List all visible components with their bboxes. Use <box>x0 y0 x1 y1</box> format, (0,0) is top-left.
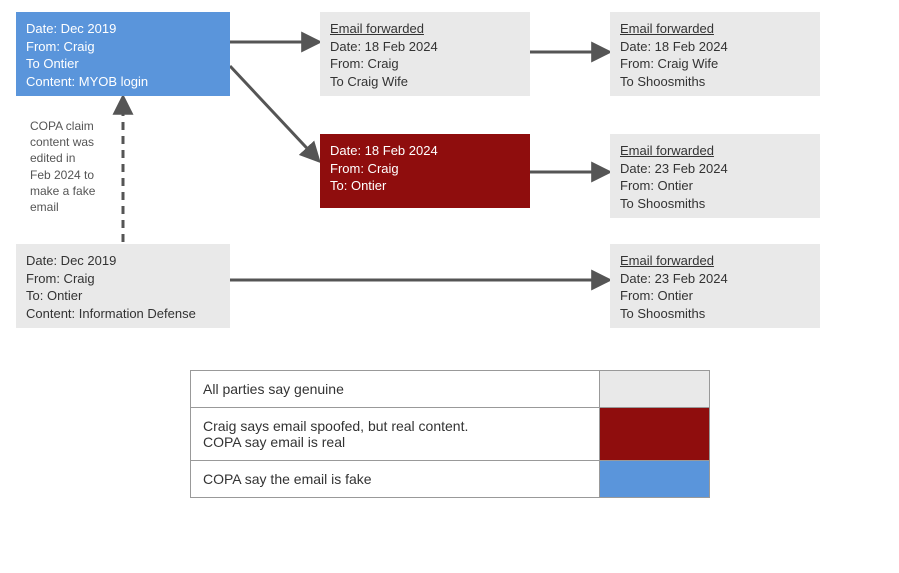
legend-swatch-grey <box>600 371 710 408</box>
email-forward-2: Email forwarded Date: 18 Feb 2024 From: … <box>610 12 820 96</box>
email-red: Date: 18 Feb 2024 From: Craig To: Ontier <box>320 134 530 208</box>
line: To Shoosmiths <box>620 195 810 213</box>
legend-swatch-red <box>600 408 710 461</box>
email-forward-3: Email forwarded Date: 23 Feb 2024 From: … <box>610 134 820 218</box>
line: Date: Dec 2019 <box>26 252 220 270</box>
line: Date: 23 Feb 2024 <box>620 160 810 178</box>
line: Email forwarded <box>620 142 810 160</box>
legend-swatch-blue <box>600 461 710 498</box>
line: To: Ontier <box>330 177 520 195</box>
line: From: Craig <box>330 160 520 178</box>
line: Content: Information Defense <box>26 305 220 323</box>
line: Date: Dec 2019 <box>26 20 220 38</box>
line: To Ontier <box>26 55 220 73</box>
line: From: Craig Wife <box>620 55 810 73</box>
line: Date: 18 Feb 2024 <box>330 142 520 160</box>
line: To Shoosmiths <box>620 305 810 323</box>
email-forward-4: Email forwarded Date: 23 Feb 2024 From: … <box>610 244 820 328</box>
email-origin-grey: Date: Dec 2019 From: Craig To: Ontier Co… <box>16 244 230 328</box>
legend-table: All parties say genuine Craig says email… <box>190 370 710 498</box>
legend-row-3-label: COPA say the email is fake <box>191 461 600 498</box>
copa-claim-annotation: COPA claim content was edited in Feb 202… <box>30 118 120 215</box>
line: Date: 18 Feb 2024 <box>620 38 810 56</box>
line: Email forwarded <box>330 20 520 38</box>
line: To: Ontier <box>26 287 220 305</box>
line: Email forwarded <box>620 252 810 270</box>
line: To Craig Wife <box>330 73 520 91</box>
line: From: Ontier <box>620 177 810 195</box>
email-forward-1: Email forwarded Date: 18 Feb 2024 From: … <box>320 12 530 96</box>
line: From: Craig <box>26 38 220 56</box>
line: Content: MYOB login <box>26 73 220 91</box>
line: Date: 23 Feb 2024 <box>620 270 810 288</box>
line: From: Craig <box>26 270 220 288</box>
line: From: Craig <box>330 55 520 73</box>
line: To Shoosmiths <box>620 73 810 91</box>
legend-row-1-label: All parties say genuine <box>191 371 600 408</box>
email-origin-blue: Date: Dec 2019 From: Craig To Ontier Con… <box>16 12 230 96</box>
line: From: Ontier <box>620 287 810 305</box>
line: Date: 18 Feb 2024 <box>330 38 520 56</box>
legend-row-2-label: Craig says email spoofed, but real conte… <box>191 408 600 461</box>
line: Email forwarded <box>620 20 810 38</box>
